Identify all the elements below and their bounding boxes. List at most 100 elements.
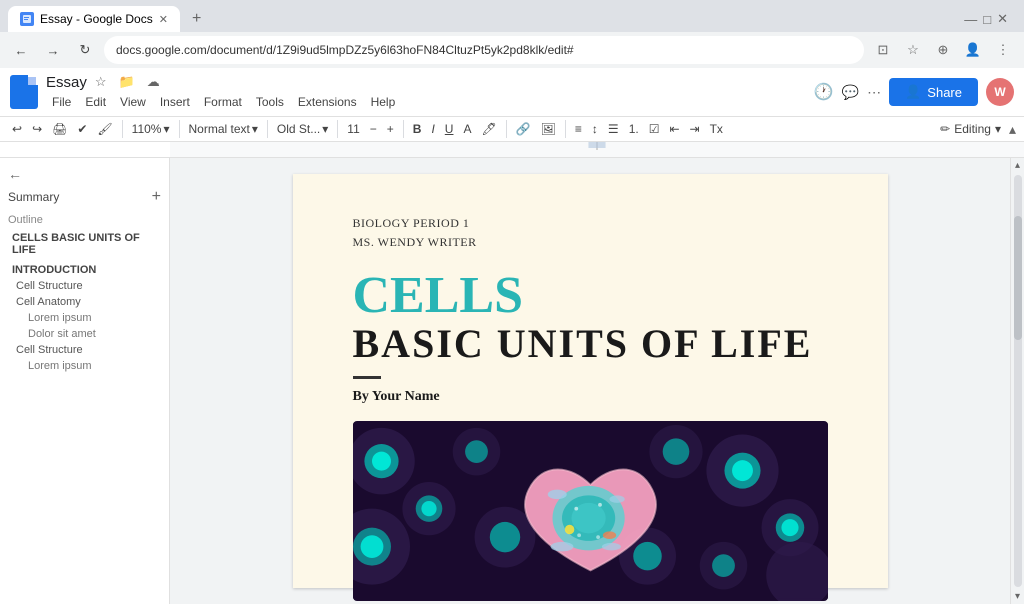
- indent-increase-button[interactable]: ⇥: [686, 120, 704, 138]
- ruler-content: [170, 142, 1024, 157]
- move-icon[interactable]: 📁: [115, 72, 139, 92]
- menu-file[interactable]: File: [46, 92, 77, 112]
- checklist-button[interactable]: ☑: [645, 120, 664, 138]
- docs-toolbar: ↩ ↪ 🖨 ✔ 🖌 110% ▾ Normal text ▾ Old St...…: [0, 117, 1024, 142]
- menu-insert[interactable]: Insert: [154, 92, 196, 112]
- underline-button[interactable]: U: [441, 120, 458, 138]
- doc-page: BIOLOGY PERIOD 1 MS. WENDY WRITER CELLS …: [293, 174, 888, 588]
- chevron-down-icon: ▾: [995, 122, 1001, 136]
- minimize-btn[interactable]: —: [964, 12, 977, 27]
- bookmark-icon[interactable]: ☆: [900, 37, 926, 63]
- list-button[interactable]: ☰: [604, 120, 623, 138]
- print-button[interactable]: 🖨: [48, 120, 71, 138]
- toolbar-sep-1: [122, 120, 123, 138]
- docs-menu-bar: File Edit View Insert Format Tools Exten…: [46, 92, 401, 112]
- scroll-thumb[interactable]: [1014, 216, 1022, 340]
- align-button[interactable]: ≡: [571, 120, 586, 138]
- image-button[interactable]: 🖼: [537, 120, 560, 138]
- tab-favicon: [20, 12, 34, 26]
- comment-icon[interactable]: 💬: [842, 84, 859, 101]
- zoom-select[interactable]: 110% ▾: [128, 120, 174, 138]
- share-icon: 👤: [905, 84, 921, 100]
- share-button[interactable]: 👤 Share: [889, 78, 978, 106]
- cloud-icon[interactable]: ☁: [143, 72, 164, 92]
- reload-button[interactable]: ↻: [72, 37, 98, 63]
- tab-title: Essay - Google Docs: [40, 12, 153, 26]
- address-bar[interactable]: [104, 36, 864, 64]
- close-btn[interactable]: ✕: [997, 11, 1008, 27]
- back-button[interactable]: ←: [8, 37, 34, 63]
- outline-item-1[interactable]: INTRODUCTION: [8, 262, 161, 278]
- toolbar-sep-7: [565, 120, 566, 138]
- outline-item-6[interactable]: Cell Structure: [8, 342, 161, 358]
- menu-help[interactable]: Help: [365, 92, 402, 112]
- cast-icon[interactable]: ⊡: [870, 37, 896, 63]
- indent-decrease-button[interactable]: ⇤: [665, 120, 683, 138]
- teacher-label: MS. WENDY WRITER: [353, 233, 828, 252]
- italic-button[interactable]: I: [427, 120, 438, 138]
- scroll-track: [1014, 175, 1022, 587]
- byline: By Your Name: [353, 389, 828, 405]
- editing-section: ✏ Editing ▾ ▴: [932, 119, 1016, 139]
- sidebar-add-button[interactable]: +: [152, 188, 161, 206]
- outline-label: Outline: [8, 214, 161, 226]
- menu-tools[interactable]: Tools: [250, 92, 290, 112]
- user-avatar[interactable]: W: [986, 78, 1014, 106]
- outline-item-0[interactable]: CELLS BASIC UNITS OF LIFE: [8, 230, 161, 258]
- clear-format-button[interactable]: Tx: [706, 120, 727, 138]
- text-color-button[interactable]: A: [459, 120, 475, 138]
- menu-extensions[interactable]: Extensions: [292, 92, 363, 112]
- toolbar-sep-4: [337, 120, 338, 138]
- document-area[interactable]: BIOLOGY PERIOD 1 MS. WENDY WRITER CELLS …: [170, 158, 1010, 604]
- redo-button[interactable]: ↪: [28, 120, 46, 138]
- outline-item-4[interactable]: Lorem ipsum: [8, 310, 161, 326]
- style-select[interactable]: Normal text ▾: [185, 120, 262, 138]
- line-spacing-button[interactable]: ↕: [588, 120, 602, 138]
- scrollbar[interactable]: ▴ ▾: [1010, 158, 1024, 604]
- divider: [353, 376, 381, 379]
- headings-section: CELLS BASIC UNITS OF LIFE: [353, 270, 828, 366]
- highlight-button[interactable]: 🖊: [477, 120, 500, 138]
- outline-item-3[interactable]: Cell Anatomy: [8, 294, 161, 310]
- undo-button[interactable]: ↩: [8, 120, 26, 138]
- new-tab-button[interactable]: +: [184, 6, 209, 32]
- outline-item-2[interactable]: Cell Structure: [8, 278, 161, 294]
- history-icon[interactable]: 🕐: [814, 82, 834, 102]
- maximize-btn[interactable]: □: [983, 12, 991, 27]
- heading-basic: BASIC UNITS OF LIFE: [353, 322, 828, 366]
- collapse-sidebar-btn[interactable]: ▴: [1009, 121, 1016, 138]
- font-size-select[interactable]: 11: [343, 120, 363, 138]
- extensions-icon[interactable]: ⊕: [930, 37, 956, 63]
- numbered-list-button[interactable]: 1.: [625, 120, 643, 138]
- pencil-icon: ✏: [940, 122, 950, 136]
- scroll-up-btn[interactable]: ▴: [1015, 160, 1020, 171]
- sidebar-title: Summary: [8, 190, 59, 204]
- profile-icon[interactable]: 👤: [960, 37, 986, 63]
- more-docs-icon[interactable]: ⋯: [867, 84, 881, 101]
- docs-logo: [10, 75, 38, 109]
- font-size-plus[interactable]: +: [383, 120, 398, 138]
- font-select[interactable]: Old St... ▾: [273, 120, 332, 138]
- toolbar-sep-6: [506, 120, 507, 138]
- editing-mode-btn[interactable]: ✏ Editing ▾: [932, 119, 1009, 139]
- outline-item-7[interactable]: Lorem ipsum: [8, 358, 161, 374]
- toolbar-sep-5: [403, 120, 404, 138]
- sidebar-back-button[interactable]: ←: [8, 166, 22, 182]
- menu-edit[interactable]: Edit: [79, 92, 112, 112]
- menu-view[interactable]: View: [114, 92, 152, 112]
- spellcheck-button[interactable]: ✔: [73, 120, 91, 138]
- toolbar-sep-2: [179, 120, 180, 138]
- font-size-minus[interactable]: −: [366, 120, 381, 138]
- active-tab[interactable]: Essay - Google Docs ✕: [8, 6, 180, 32]
- docs-document-title[interactable]: Essay: [46, 74, 87, 91]
- paint-format-button[interactable]: 🖌: [93, 120, 116, 138]
- star-icon[interactable]: ☆: [91, 72, 111, 92]
- outline-item-5[interactable]: Dolor sit amet: [8, 326, 161, 342]
- more-options-icon[interactable]: ⋮: [990, 37, 1016, 63]
- scroll-down-btn[interactable]: ▾: [1015, 591, 1020, 602]
- forward-button[interactable]: →: [40, 37, 66, 63]
- menu-format[interactable]: Format: [198, 92, 248, 112]
- link-button[interactable]: 🔗: [512, 120, 535, 138]
- bold-button[interactable]: B: [409, 120, 426, 138]
- tab-close-btn[interactable]: ✕: [159, 13, 168, 26]
